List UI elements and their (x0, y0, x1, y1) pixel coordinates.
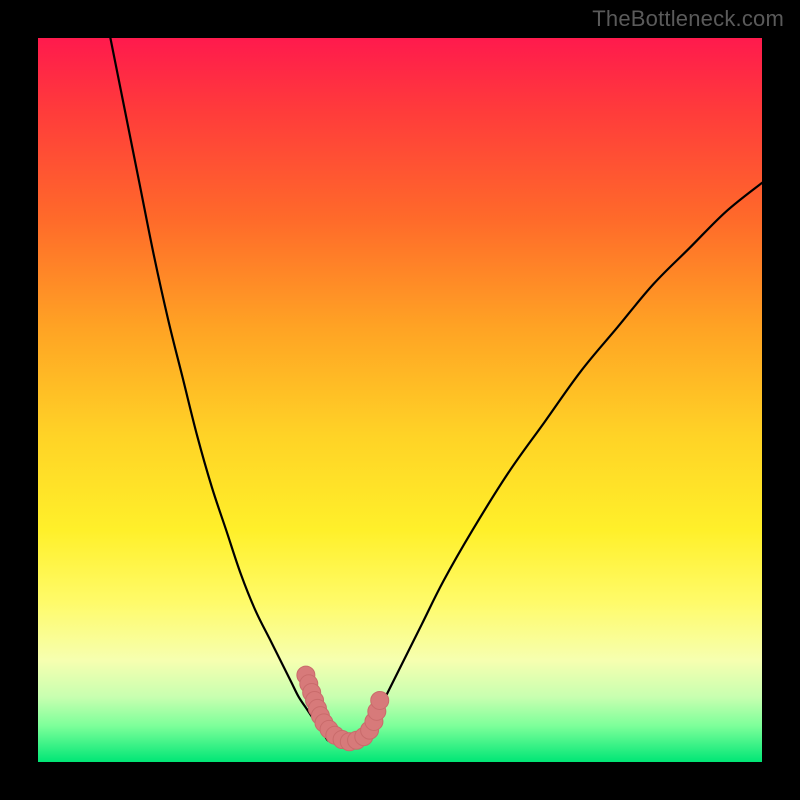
left-curve (110, 38, 327, 740)
chart-frame: TheBottleneck.com (0, 0, 800, 800)
watermark-text: TheBottleneck.com (592, 6, 784, 32)
plot-area (38, 38, 762, 762)
right-curve (364, 183, 762, 740)
chart-svg (38, 38, 762, 762)
svg-series-group (110, 38, 762, 751)
marker-dot (371, 691, 389, 709)
